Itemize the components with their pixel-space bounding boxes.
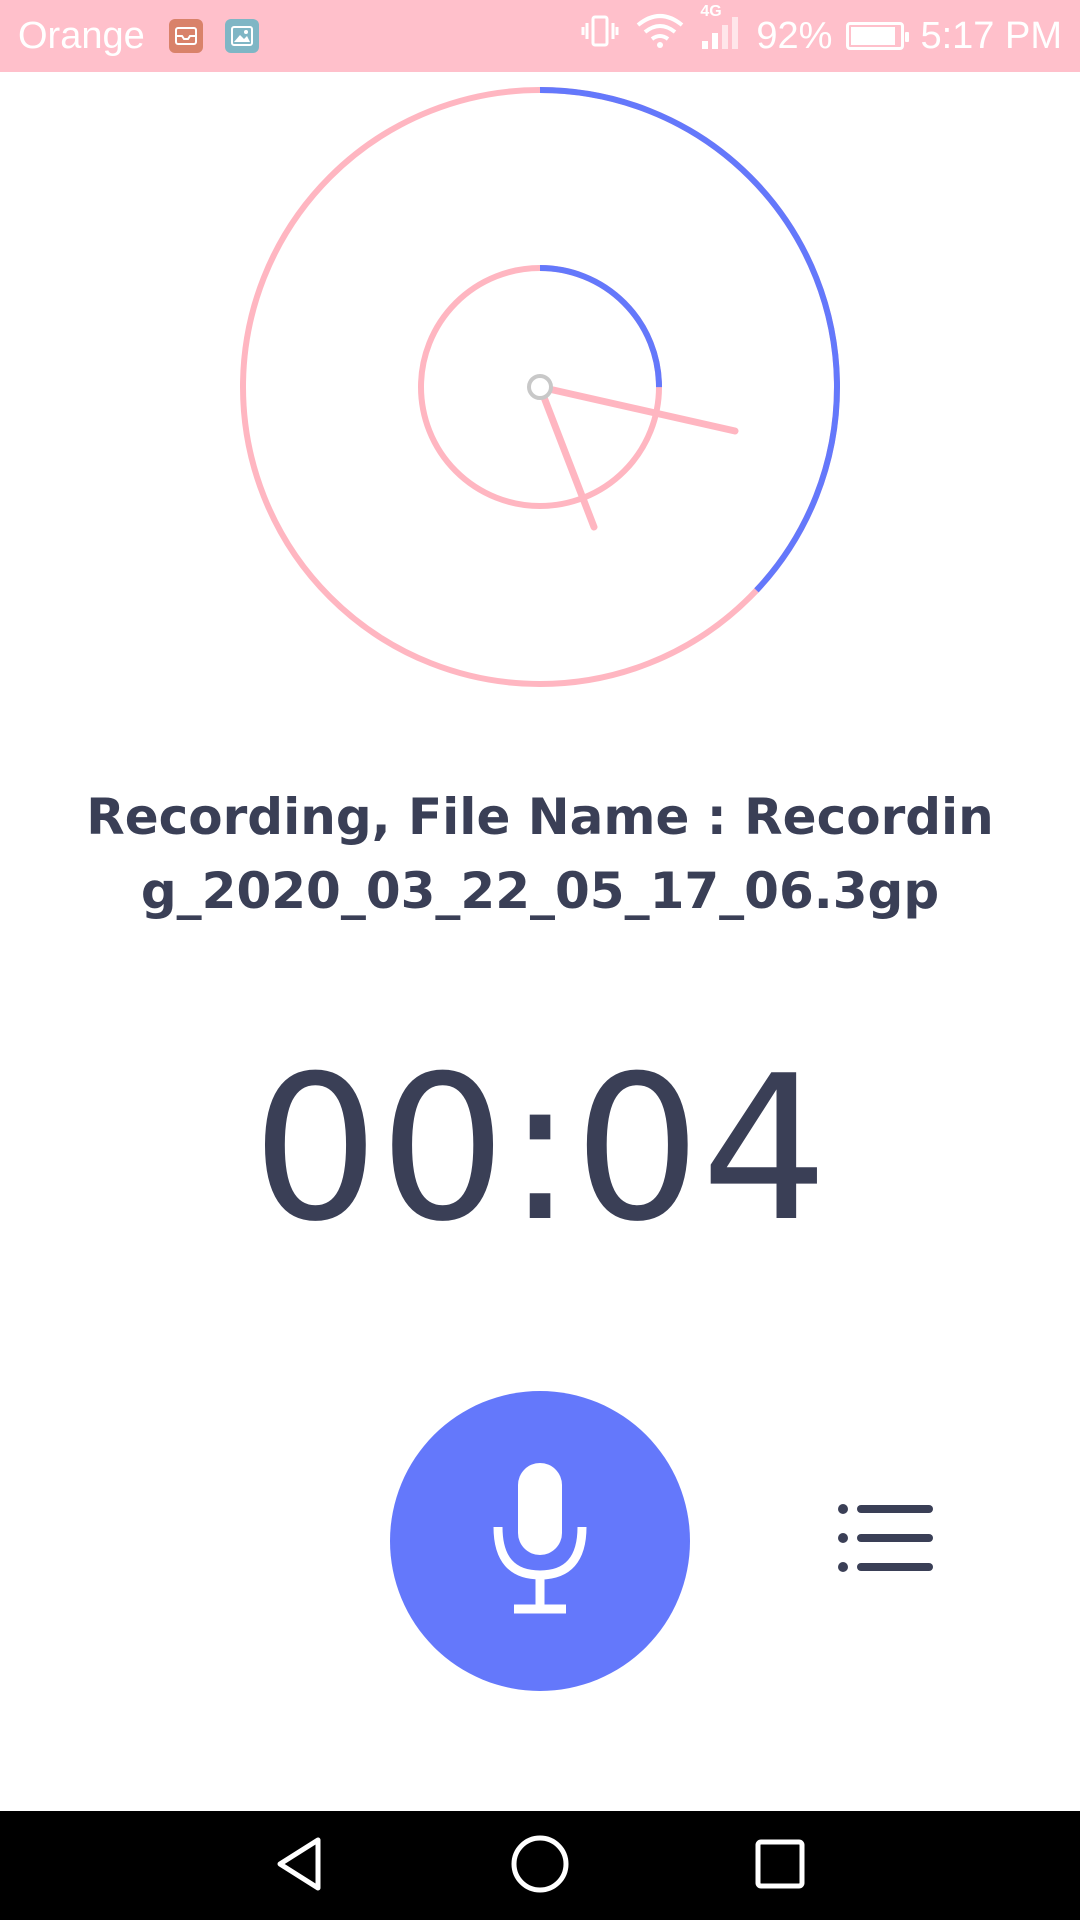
navigation-bar [0,1811,1080,1920]
list-icon [837,1503,933,1577]
home-button[interactable] [480,1811,600,1920]
microphone-icon [490,1459,590,1623]
record-button[interactable] [390,1391,690,1691]
status-bar: Orange 4G 92% 5:17 PM [0,0,1080,72]
battery-icon [846,22,910,50]
battery-percent: 92% [756,14,833,57]
recording-file-name: Recording, File Name : Recording_2020_03… [86,788,994,920]
dial-hand-long [536,383,739,435]
mail-icon [168,19,203,53]
signal-icon: 4G [700,3,744,61]
wifi-icon [634,11,686,61]
battery-fill [851,27,896,45]
vibrate-icon [580,11,620,61]
back-icon [270,1834,330,1898]
recordings-list-button[interactable] [830,1500,940,1580]
network-type-label: 4G [700,3,722,20]
home-icon [508,1832,572,1900]
gallery-icon [224,19,259,53]
status-left: Orange [18,15,281,58]
back-button[interactable] [240,1811,360,1920]
recents-button[interactable] [720,1811,840,1920]
status-clock: 5:17 PM [920,14,1062,57]
status-right: 4G 92% 5:17 PM [566,0,1062,72]
recording-dial [240,87,840,687]
recorder-screen: Orange 4G 92% 5:17 PM Recording, File Na… [0,0,1080,1920]
recording-timer: 00:04 [251,1033,829,1266]
carrier-name: Orange [18,14,145,57]
dial-center-pivot [527,374,553,400]
recents-icon [750,1834,810,1898]
